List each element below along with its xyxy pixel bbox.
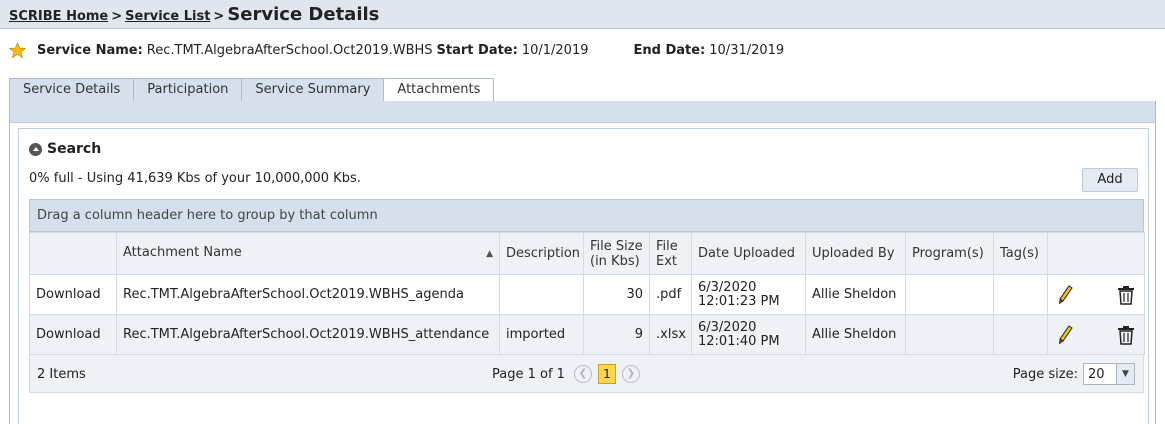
column-header-action <box>29 232 117 275</box>
description-cell <box>499 274 584 315</box>
row-actions <box>1047 274 1145 315</box>
attachment-name-cell: Rec.TMT.AlgebraAfterSchool.Oct2019.WBHS_… <box>116 314 500 355</box>
page-size-label: Page size: <box>1012 366 1078 382</box>
column-header-file-size[interactable]: File Size (in Kbs) <box>583 232 650 275</box>
group-by-drop-zone[interactable]: Drag a column header here to group by th… <box>29 199 1144 232</box>
breadcrumb-home-link[interactable]: SCRIBE Home <box>9 9 108 24</box>
uploaded-by-cell: Allie Sheldon <box>805 274 906 315</box>
column-header-programs[interactable]: Program(s) <box>905 232 994 275</box>
tab-service-summary[interactable]: Service Summary <box>241 78 385 101</box>
breadcrumb-separator: > <box>111 9 123 24</box>
file-size-cell: 30 <box>583 274 650 315</box>
table-row: Download Rec.TMT.AlgebraAfterSchool.Oct2… <box>29 314 1145 355</box>
search-section: Search 0% full - Using 41,639 Kbs of you… <box>18 128 1149 424</box>
table-row: Download Rec.TMT.AlgebraAfterSchool.Oct2… <box>29 274 1145 315</box>
column-header-uploaded-by[interactable]: Uploaded By <box>805 232 906 275</box>
file-ext-cell: .pdf <box>649 274 692 315</box>
page-info: Page 1 of 1 <box>492 366 565 382</box>
date-uploaded-cell: 6/3/2020 12:01:40 PM <box>691 314 806 355</box>
tab-service-details[interactable]: Service Details <box>9 78 135 101</box>
sort-ascending-icon[interactable]: ▲ <box>486 247 493 262</box>
breadcrumb-service-list-link[interactable]: Service List <box>125 9 210 24</box>
row-actions <box>1047 314 1145 355</box>
tab-bar: Service Details Participation Service Su… <box>9 78 495 102</box>
collapse-icon[interactable] <box>29 142 42 156</box>
breadcrumb: SCRIBE Home > Service List > Service Details <box>0 0 1165 29</box>
grid-footer: 2 Items Page 1 of 1 ❮ 1 ❯ Page size: 20 … <box>29 355 1144 393</box>
trash-icon[interactable] <box>1117 325 1135 345</box>
page-size-select[interactable]: 20 ▼ <box>1083 363 1135 385</box>
search-title: Search <box>47 141 102 157</box>
breadcrumb-separator: > <box>213 9 225 24</box>
pager: Page 1 of 1 ❮ 1 ❯ <box>492 364 643 384</box>
column-header-actions <box>1047 232 1145 275</box>
service-name-value: Rec.TMT.AlgebraAfterSchool.Oct2019.WBHS <box>146 42 433 58</box>
column-header-file-ext[interactable]: File Ext <box>649 232 692 275</box>
item-count: 2 Items <box>37 367 86 382</box>
download-link[interactable]: Download <box>29 314 117 355</box>
end-date-value: 10/31/2019 <box>709 42 785 58</box>
next-page-icon[interactable]: ❯ <box>621 365 640 383</box>
search-toggle[interactable]: Search <box>29 141 101 157</box>
page-title: Service Details <box>227 4 380 25</box>
previous-page-icon[interactable]: ❮ <box>573 365 592 383</box>
end-date-label: End Date: <box>633 42 706 58</box>
trash-icon[interactable] <box>1117 285 1135 305</box>
description-cell: imported <box>499 314 584 355</box>
programs-cell <box>905 274 994 315</box>
column-header-date-uploaded[interactable]: Date Uploaded <box>691 232 806 275</box>
page-size-control: Page size: 20 ▼ <box>1013 363 1135 385</box>
uploaded-by-cell: Allie Sheldon <box>805 314 906 355</box>
service-info: Service Name: Rec.TMT.AlgebraAfterSchool… <box>9 40 788 60</box>
file-size-cell: 9 <box>583 314 650 355</box>
storage-usage-text: 0% full - Using 41,639 Kbs of your 10,00… <box>29 171 361 186</box>
download-link[interactable]: Download <box>29 274 117 315</box>
column-header-description[interactable]: Description <box>499 232 584 275</box>
pencil-icon[interactable] <box>1057 324 1075 346</box>
column-header-attachment-name[interactable]: Attachment Name ▲ <box>116 232 500 275</box>
pencil-icon[interactable] <box>1057 284 1075 306</box>
attachments-grid: Drag a column header here to group by th… <box>29 199 1145 393</box>
attachments-panel: Search 0% full - Using 41,639 Kbs of you… <box>9 101 1156 424</box>
start-date-label: Start Date: <box>436 42 518 58</box>
chevron-down-icon[interactable]: ▼ <box>1116 364 1134 384</box>
star-icon[interactable] <box>9 41 26 59</box>
tags-cell <box>993 314 1048 355</box>
attachment-name-cell: Rec.TMT.AlgebraAfterSchool.Oct2019.WBHS_… <box>116 274 500 315</box>
file-ext-cell: .xlsx <box>649 314 692 355</box>
start-date-value: 10/1/2019 <box>521 42 589 58</box>
page-size-value: 20 <box>1088 366 1105 382</box>
panel-header-band <box>10 101 1155 123</box>
tab-attachments[interactable]: Attachments <box>383 78 495 102</box>
programs-cell <box>905 314 994 355</box>
column-header-tags[interactable]: Tag(s) <box>993 232 1048 275</box>
page-number-current[interactable]: 1 <box>597 364 616 384</box>
tab-participation[interactable]: Participation <box>133 78 243 101</box>
table-header-row: Attachment Name ▲ Description File Size (… <box>29 232 1145 275</box>
add-button[interactable]: Add <box>1082 168 1138 192</box>
date-uploaded-cell: 6/3/2020 12:01:23 PM <box>691 274 806 315</box>
service-name-label: Service Name: <box>37 42 143 58</box>
tags-cell <box>993 274 1048 315</box>
attachments-table: Attachment Name ▲ Description File Size (… <box>29 232 1145 355</box>
